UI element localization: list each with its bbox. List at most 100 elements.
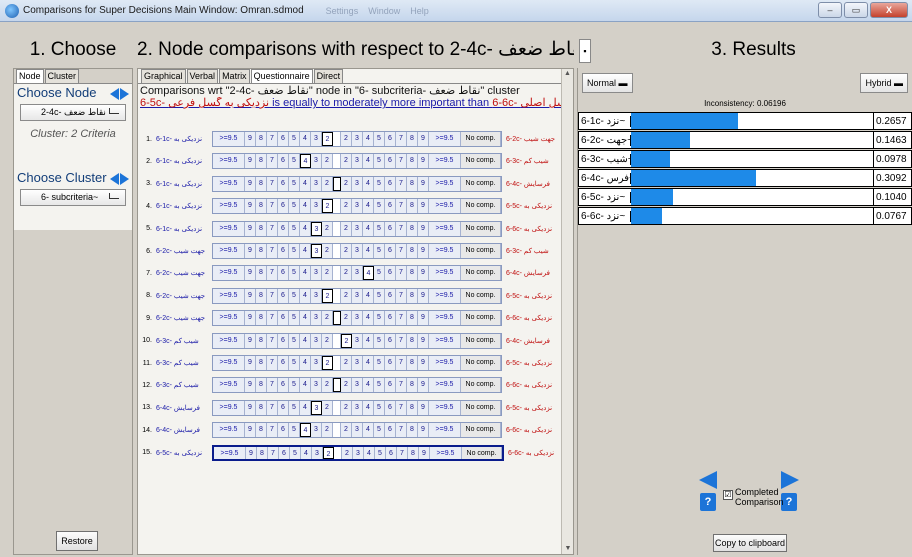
comparison-row[interactable]: 5. 6-1c- نزدیکی به >=9.5 9 8 7 6 5 4 3 2 2 3 4 5 6 7 8 9 >=… [141, 219, 562, 239]
scale-cell-left[interactable]: 9 [245, 244, 256, 258]
no-comparison-button[interactable]: No comp. [461, 378, 501, 393]
scale-cell-right[interactable]: 6 [385, 221, 396, 236]
scale-cell-right[interactable]: 8 [407, 154, 418, 169]
scale-cell-left[interactable]: 2 [322, 423, 333, 438]
scale-cell-left[interactable]: 8 [256, 154, 267, 169]
scale-cell-left[interactable]: 9 [245, 356, 256, 370]
scale-cell-left[interactable]: 4 [300, 400, 311, 415]
scale-cell-left[interactable]: 7 [267, 333, 278, 348]
comparison-row[interactable]: 1. 6-1c- نزدیکی به >=9.5 9 8 7 6 5 4 3 2 2 3 4 5 6 7 8 9 >=… [141, 129, 562, 149]
node-dropdown[interactable]: 2-4c- نقاط ضعف [20, 104, 126, 121]
scale-cell-right[interactable]: 4 [364, 446, 375, 459]
menu-settings[interactable]: Settings [326, 6, 359, 16]
scale-cell-right[interactable]: 3 [352, 176, 363, 191]
no-comparison-button[interactable]: No comp. [461, 221, 501, 236]
scale-cell-left[interactable]: 4 [300, 132, 311, 146]
comparison-row[interactable]: 6. 6-2c- جهت شیب >=9.5 9 8 7 6 5 4 3 2 2 3 4 5 6 7 8 9 >=9.… [141, 241, 562, 261]
comparison-row[interactable]: 7. 6-2c- جهت شیب >=9.5 9 8 7 6 5 4 3 2 2 3 4 5 6 7 8 9 >=9.… [141, 263, 562, 283]
scale-cell-right[interactable]: 2 [342, 446, 353, 459]
scale-cell-right[interactable]: 4 [363, 378, 374, 393]
scale-cell-right[interactable]: 8 [407, 176, 418, 191]
scroll-down-icon[interactable]: ▼ [562, 544, 574, 554]
scale-cell-right[interactable]: 9 [418, 333, 429, 348]
scale-cell-left[interactable]: 2 [322, 132, 333, 146]
scale-cell-right[interactable]: 6 [385, 311, 396, 326]
scale-cell-left[interactable]: 3 [311, 423, 322, 438]
scale-cell-left[interactable]: 9 [245, 176, 256, 191]
scale-cell-left[interactable]: 6 [278, 221, 289, 236]
close-button[interactable]: X [870, 2, 908, 18]
scale-cell-right[interactable]: 3 [352, 400, 363, 415]
scale-cell-right[interactable]: 7 [396, 221, 407, 236]
scale-cell-left[interactable]: 5 [289, 244, 300, 258]
scale-cell-right[interactable]: 9 [418, 266, 429, 281]
scale-cell-left[interactable]: 2 [322, 333, 333, 348]
scale-cell-left[interactable]: >=9.5 [213, 356, 245, 370]
scale-cell-left[interactable]: 7 [268, 446, 279, 459]
scale-cell-right[interactable]: 9 [418, 244, 429, 258]
scale-cell-right[interactable]: 8 [407, 244, 418, 258]
comparison-row[interactable]: 14. 6-4c- فرسایش >=9.5 9 8 7 6 5 4 3 2 2 3 4 5 6 7 8 9 >=9.… [141, 420, 562, 440]
scale-cell-right[interactable]: 7 [396, 333, 407, 348]
scale-cell-left[interactable]: 6 [278, 400, 289, 415]
scale-cell-left[interactable]: 4 [300, 154, 311, 169]
scale-cell-right[interactable]: >=9.5 [429, 378, 461, 393]
scale-cell-right[interactable]: 2 [341, 154, 352, 169]
scale-cell-right[interactable]: 5 [374, 400, 385, 415]
scale-cell-left[interactable]: 9 [245, 199, 256, 214]
scale-cell-left[interactable]: 4 [300, 378, 311, 393]
completed-comparison-checkbox[interactable]: ☑ Completed Comparison [723, 487, 784, 507]
scale-cell-right[interactable]: 5 [374, 356, 385, 370]
scale-cell-right[interactable]: >=9.5 [430, 446, 462, 459]
scale-cell-equal[interactable] [333, 176, 341, 191]
scale-cell-left[interactable]: 6 [278, 154, 289, 169]
scale-cell-left[interactable]: >=9.5 [213, 423, 245, 438]
scale-cell-right[interactable]: 4 [363, 423, 374, 438]
scale-cell-right[interactable]: 2 [341, 288, 352, 303]
scale-cell-left[interactable]: 5 [289, 266, 300, 281]
scale-cell-right[interactable]: >=9.5 [429, 199, 461, 214]
scale-cell-right[interactable]: 6 [385, 378, 396, 393]
scale-cell-right[interactable]: 3 [352, 423, 363, 438]
scale-cell-right[interactable]: 8 [407, 378, 418, 393]
scale-cell-left[interactable]: 5 [289, 154, 300, 169]
scale-cell-right[interactable]: 7 [396, 356, 407, 370]
scale-cell-left[interactable]: 2 [322, 356, 333, 370]
scale-cell-right[interactable]: 8 [407, 333, 418, 348]
tab-verbal[interactable]: Verbal [186, 69, 219, 83]
scale-cell-right[interactable]: 4 [363, 244, 374, 258]
scale-cell-left[interactable]: 3 [311, 154, 322, 169]
toggle-results-button[interactable]: ▪ [579, 39, 591, 63]
scale-cell-right[interactable]: 5 [375, 446, 386, 459]
cluster-nav-arrows[interactable] [110, 173, 129, 185]
scale-cell-left[interactable]: 3 [311, 311, 322, 326]
no-comparison-button[interactable]: No comp. [462, 446, 502, 459]
comparison-row[interactable]: 15. 6-5c- نزدیکی به >=9.5 9 8 7 6 5 4 3 2 2 3 4 5 6 7 8 9 >… [141, 443, 564, 463]
scale-cell-left[interactable]: 4 [300, 288, 311, 303]
scale-cell-right[interactable]: 9 [418, 311, 429, 326]
scale-cell-equal[interactable] [333, 154, 341, 169]
scale-cell-left[interactable]: 5 [289, 378, 300, 393]
copy-to-clipboard-button[interactable]: Copy to clipboard [713, 534, 787, 552]
scale-cell-left[interactable]: 9 [245, 221, 256, 236]
scale-cell-left[interactable]: 2 [322, 311, 333, 326]
scale-cell-left[interactable]: 5 [289, 132, 300, 146]
scale-cell-right[interactable]: 9 [418, 199, 429, 214]
scale-cell-right[interactable]: >=9.5 [429, 154, 461, 169]
scale-cell-right[interactable]: 6 [385, 423, 396, 438]
scale-cell-right[interactable]: 7 [396, 266, 407, 281]
scale-cell-left[interactable]: 8 [256, 356, 267, 370]
scale-cell-left[interactable]: 7 [267, 378, 278, 393]
scale-cell-right[interactable]: 8 [407, 423, 418, 438]
scale-cell-right[interactable]: 2 [341, 333, 352, 348]
scale-cell-right[interactable]: 5 [374, 423, 385, 438]
scale-cell-left[interactable]: 2 [322, 244, 333, 258]
scale-cell-left[interactable]: 8 [256, 244, 267, 258]
scale-cell-left[interactable]: 7 [267, 266, 278, 281]
scale-cell-right[interactable]: >=9.5 [429, 356, 461, 370]
scale-cell-left[interactable]: 7 [267, 356, 278, 370]
scale-cell-left[interactable]: 5 [289, 311, 300, 326]
scale-cell-right[interactable]: 4 [363, 154, 374, 169]
scale-cell-left[interactable]: 5 [289, 199, 300, 214]
next-comparison-icon[interactable] [781, 471, 799, 489]
